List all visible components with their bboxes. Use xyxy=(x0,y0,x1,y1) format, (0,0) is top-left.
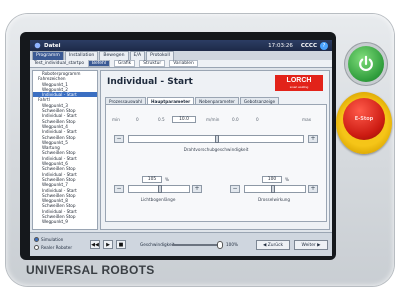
tree-item[interactable]: Wegpunkt_9 xyxy=(33,219,97,224)
estop-label: E-Stop xyxy=(354,116,374,122)
wire-speed-value[interactable]: 10.0 xyxy=(172,116,196,123)
status-indicator: CCCC xyxy=(300,42,317,49)
speed-slider[interactable] xyxy=(172,244,222,246)
rewind-button[interactable]: ◀◀ xyxy=(90,240,100,249)
tab-protokoll[interactable]: Protokoll xyxy=(146,51,174,60)
next-button[interactable]: Weiter ▶ xyxy=(294,240,328,250)
subtab-befehl[interactable]: Befehl xyxy=(88,60,111,67)
simulation-radio[interactable] xyxy=(34,237,39,242)
arc-length-caption: Lichtbogenlänge xyxy=(140,197,176,202)
wire-speed-decrease-button[interactable]: − xyxy=(114,135,124,143)
lorch-logo: LORCH smart welding xyxy=(275,75,323,91)
main-parameter-panel: min 0 0.5 10.0 m/min 0.0 0 max − + Drahtvorschu… xyxy=(105,104,327,222)
real-robot-option[interactable]: Realer Roboter xyxy=(34,245,72,250)
program-file-name: Test_individual_startpo xyxy=(34,61,85,66)
subtab-grafik[interactable]: Grafik xyxy=(114,60,136,67)
arc-length-knob[interactable] xyxy=(158,185,162,193)
subtab-struktur[interactable]: Struktur xyxy=(139,60,166,67)
wire-speed-scale-label: 0 xyxy=(136,117,139,122)
dynamics-increase-button[interactable]: + xyxy=(308,185,318,193)
subtab-variablen[interactable]: Variablen xyxy=(169,60,198,67)
file-menu[interactable]: Datei xyxy=(44,43,61,49)
wire-speed-caption: Drahtvorschubgeschwindigkeit xyxy=(183,147,249,152)
file-bar: Test_individual_startpo Befehl Grafik Stru… xyxy=(30,60,332,68)
power-icon xyxy=(359,55,373,71)
screen: Datei 17:03:26 CCCC ? Programm Installati… xyxy=(30,40,332,256)
emergency-stop-button[interactable]: E-Stop xyxy=(343,98,385,140)
arc-length-decrease-button[interactable]: − xyxy=(114,185,124,193)
speed-value: 100% xyxy=(226,242,238,247)
wire-speed-scale-label: 0.0 xyxy=(232,117,239,122)
dynamics-unit: % xyxy=(285,177,289,182)
tab-bewegen[interactable]: Bewegen xyxy=(99,51,129,60)
wire-speed-scale-label: max xyxy=(302,117,312,122)
clock: 17:03:26 xyxy=(268,42,293,49)
dynamics-slider[interactable] xyxy=(244,185,306,193)
real-robot-radio[interactable] xyxy=(34,245,39,250)
robot-icon xyxy=(34,42,41,49)
arc-length-increase-button[interactable]: + xyxy=(192,185,202,193)
dynamics-caption: Drosselwirkung xyxy=(257,197,291,202)
main-tabs: Programm Installation Bewegen E/A Protokoll xyxy=(30,51,332,60)
brand-logo: UNIVERSAL ROBOTS xyxy=(26,263,155,277)
tab-e-a[interactable]: E/A xyxy=(129,51,146,60)
wire-speed-scale-label: 0.5 xyxy=(158,117,165,122)
power-button[interactable] xyxy=(348,46,384,82)
wire-speed-slider[interactable] xyxy=(128,135,304,143)
speed-knob[interactable] xyxy=(217,241,223,249)
tab-installation[interactable]: Installation xyxy=(64,51,99,60)
arc-length-value[interactable]: 105 xyxy=(142,176,162,183)
play-button[interactable]: ▶ xyxy=(103,240,113,249)
arc-length-slider[interactable] xyxy=(128,185,190,193)
title-bar: Datei 17:03:26 CCCC ? xyxy=(30,40,332,51)
bottom-bar: Simulation Realer Roboter ◀◀ ▶ ■ Geschwi… xyxy=(30,232,332,256)
stop-button[interactable]: ■ xyxy=(116,240,126,249)
wire-speed-scale-label: 0 xyxy=(256,117,259,122)
dynamics-decrease-button[interactable]: − xyxy=(230,185,240,193)
sub-tabs: Befehl Grafik Struktur Variablen xyxy=(84,60,198,67)
wire-speed-increase-button[interactable]: + xyxy=(308,135,318,143)
node-title: Individual - Start xyxy=(107,77,193,87)
wire-speed-scale-label: min xyxy=(112,117,120,122)
node-content: Individual - Start LORCH smart welding P… xyxy=(100,70,330,230)
help-icon[interactable]: ? xyxy=(320,41,328,50)
wire-speed-knob[interactable] xyxy=(215,135,219,143)
program-tree: Roboterprogramm Fahrezeichen Wegpunkt_1 Weg… xyxy=(32,70,98,230)
dynamics-value[interactable]: 100 xyxy=(262,176,282,183)
tab-programm[interactable]: Programm xyxy=(32,51,64,60)
back-button[interactable]: ◀ Zurück xyxy=(256,240,290,250)
speed-label: Geschwindigkeit xyxy=(140,242,175,247)
simulation-option[interactable]: Simulation xyxy=(34,237,63,242)
wire-speed-scale-label: m/min xyxy=(206,117,220,122)
arc-length-unit: % xyxy=(165,177,169,182)
dynamics-knob[interactable] xyxy=(271,185,275,193)
